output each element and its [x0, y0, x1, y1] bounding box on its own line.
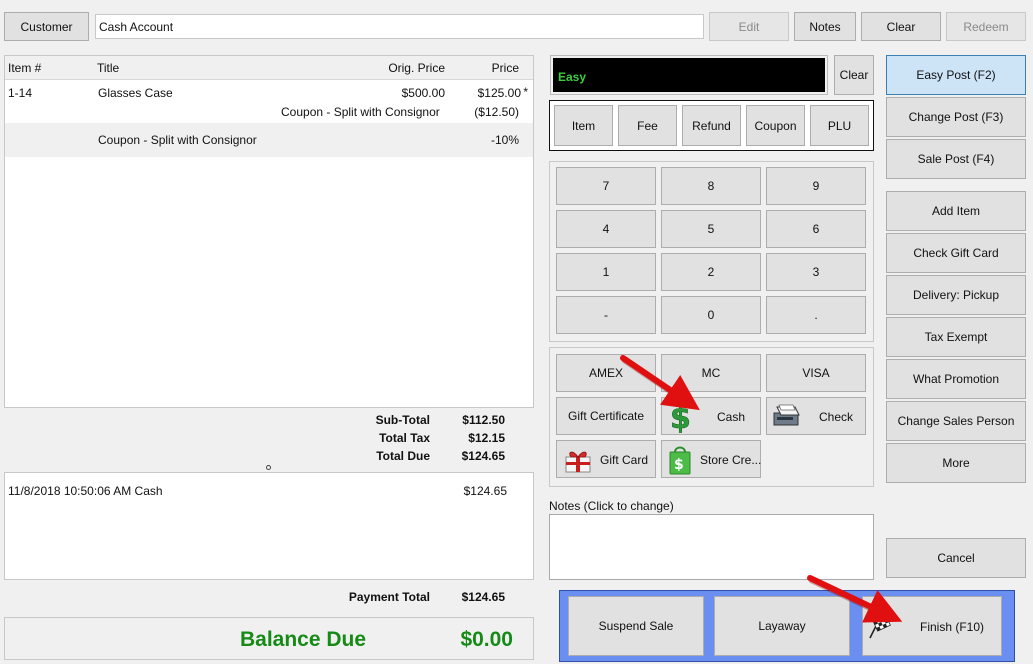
balance-due-value: $0.00: [460, 628, 513, 651]
entry-display[interactable]: Easy: [553, 58, 825, 92]
store-credit-button-label: Store Cre...: [700, 453, 762, 467]
gift-icon: [565, 451, 591, 473]
gift-certificate-button[interactable]: Gift Certificate: [556, 397, 656, 435]
clear-entry-button[interactable]: Clear: [834, 55, 874, 95]
visa-button[interactable]: VISA: [766, 354, 866, 392]
cash-button[interactable]: $ Cash: [661, 397, 761, 435]
total-due-value: $124.65: [461, 449, 505, 463]
items-table: Item # Title Orig. Price Price 1-14 Glas…: [4, 55, 534, 408]
key-7-button[interactable]: 7: [556, 167, 656, 205]
total-tax-value: $12.15: [468, 431, 505, 445]
table-row[interactable]: Coupon - Split with Consignor -10%: [5, 123, 533, 157]
cash-button-label: Cash: [717, 410, 746, 424]
svg-text:$: $: [674, 457, 684, 473]
check-gift-card-button[interactable]: Check Gift Card: [886, 233, 1026, 273]
mode-fee-button[interactable]: Fee: [618, 105, 677, 146]
row-title: Glasses Case: [98, 86, 173, 100]
sale-post-button[interactable]: Sale Post (F4): [886, 139, 1026, 179]
layaway-button[interactable]: Layaway: [714, 596, 850, 656]
customer-value: Cash Account: [99, 20, 174, 34]
header-title: Title: [97, 61, 120, 75]
header-orig-price: Orig. Price: [388, 61, 445, 75]
add-item-button[interactable]: Add Item: [886, 191, 1026, 231]
check-button[interactable]: Check: [766, 397, 866, 435]
key-5-button[interactable]: 5: [661, 210, 761, 248]
key-6-button[interactable]: 6: [766, 210, 866, 248]
payment-amount: $124.65: [463, 484, 507, 498]
payment-total-label: Payment Total: [348, 590, 430, 604]
svg-text:$: $: [670, 401, 691, 433]
mode-coupon-button[interactable]: Coupon: [746, 105, 805, 146]
subtotal-value: $112.50: [462, 413, 505, 427]
clear-customer-button[interactable]: Clear: [861, 12, 941, 41]
list-item[interactable]: 11/8/2018 10:50:06 AM Cash $124.65: [5, 479, 533, 499]
mode-plu-button[interactable]: PLU: [810, 105, 869, 146]
finish-button-label: Finish (F10): [920, 620, 985, 634]
table-header: Item # Title Orig. Price Price: [5, 56, 533, 80]
balance-due-panel: Balance Due $0.00: [4, 617, 534, 660]
table-row[interactable]: 1-14 Glasses Case $500.00 $125.00 * Coup…: [5, 81, 533, 123]
what-promotion-button[interactable]: What Promotion: [886, 359, 1026, 399]
key-decimal-button[interactable]: .: [766, 296, 866, 334]
splitter-handle[interactable]: [266, 465, 271, 470]
delivery-button[interactable]: Delivery: Pickup: [886, 275, 1026, 315]
check-printer-icon: [773, 404, 800, 426]
key-1-button[interactable]: 1: [556, 253, 656, 291]
row-price: $125.00: [477, 86, 521, 100]
gift-card-button[interactable]: Gift Card: [556, 440, 656, 478]
header-item: Item #: [8, 61, 42, 75]
suspend-sale-button[interactable]: Suspend Sale: [568, 596, 704, 656]
key-8-button[interactable]: 8: [661, 167, 761, 205]
total-due-label: Total Due: [376, 449, 430, 463]
checkered-flag-icon: [869, 616, 891, 639]
easy-post-button[interactable]: Easy Post (F2): [886, 55, 1026, 95]
mode-refund-button[interactable]: Refund: [682, 105, 741, 146]
customer-field[interactable]: Cash Account: [95, 14, 704, 39]
change-sales-person-button[interactable]: Change Sales Person: [886, 401, 1026, 441]
row-flag: *: [523, 85, 528, 99]
store-credit-button[interactable]: $ Store Cre...: [661, 440, 761, 478]
key-minus-button[interactable]: -: [556, 296, 656, 334]
shopping-bag-icon: $: [669, 446, 691, 475]
change-post-button[interactable]: Change Post (F3): [886, 97, 1026, 137]
payments-list: 11/8/2018 10:50:06 AM Cash $124.65: [4, 472, 534, 580]
row-orig-price: $500.00: [401, 86, 445, 100]
key-9-button[interactable]: 9: [766, 167, 866, 205]
total-tax-label: Total Tax: [379, 431, 430, 445]
gift-card-button-label: Gift Card: [600, 453, 649, 467]
key-4-button[interactable]: 4: [556, 210, 656, 248]
customer-button[interactable]: Customer: [4, 12, 89, 41]
row-sub-label: Coupon - Split with Consignor: [281, 105, 440, 119]
key-2-button[interactable]: 2: [661, 253, 761, 291]
dollar-icon: $: [670, 401, 691, 433]
row-sub-price: ($12.50): [474, 105, 519, 119]
finish-button[interactable]: Finish (F10): [862, 596, 1002, 656]
entry-display-frame: Easy: [550, 55, 828, 95]
row-item-number: 1-14: [8, 86, 33, 100]
notes-label: Notes (Click to change): [549, 499, 674, 513]
more-button[interactable]: More: [886, 443, 1026, 483]
key-0-button[interactable]: 0: [661, 296, 761, 334]
edit-button[interactable]: Edit: [709, 12, 789, 41]
subtotal-label: Sub-Total: [375, 413, 430, 427]
row-title: Coupon - Split with Consignor: [98, 133, 257, 147]
tax-exempt-button[interactable]: Tax Exempt: [886, 317, 1026, 357]
check-button-label: Check: [819, 410, 854, 424]
entry-display-text: Easy: [558, 70, 587, 84]
key-3-button[interactable]: 3: [766, 253, 866, 291]
mc-button[interactable]: MC: [661, 354, 761, 392]
payment-description: 11/8/2018 10:50:06 AM Cash: [8, 484, 163, 498]
redeem-button[interactable]: Redeem: [946, 12, 1026, 41]
balance-due-label: Balance Due: [240, 628, 367, 651]
notes-button[interactable]: Notes: [794, 12, 856, 41]
mode-item-button[interactable]: Item: [554, 105, 613, 146]
row-price: -10%: [490, 133, 519, 147]
payment-total-value: $124.65: [461, 590, 505, 604]
amex-button[interactable]: AMEX: [556, 354, 656, 392]
cancel-button[interactable]: Cancel: [886, 538, 1026, 578]
notes-field[interactable]: [549, 514, 874, 580]
header-price: Price: [491, 61, 519, 75]
